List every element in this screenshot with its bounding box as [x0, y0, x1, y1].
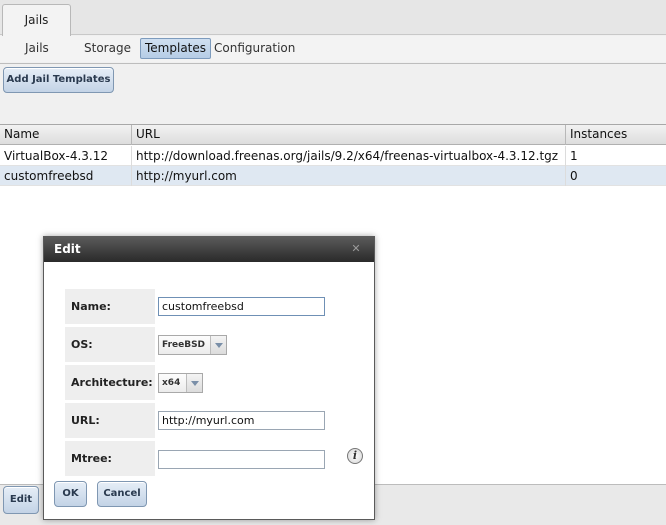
dialog-titlebar[interactable]: Edit ✕ — [44, 237, 374, 262]
grid-header: Name URL Instances — [0, 125, 666, 145]
add-jail-templates-button[interactable]: Add Jail Templates — [3, 67, 114, 93]
name-field[interactable] — [158, 297, 325, 316]
name-label: Name: — [65, 289, 155, 324]
dialog-title: Edit — [54, 242, 81, 256]
info-icon[interactable]: i — [347, 448, 363, 464]
subnav-item-jails[interactable]: Jails — [20, 38, 54, 59]
url-field[interactable] — [158, 411, 325, 430]
cell-instances: 1 — [570, 149, 578, 163]
mtree-label: Mtree: — [65, 441, 155, 476]
chevron-down-icon[interactable] — [186, 374, 202, 392]
table-row[interactable]: customfreebsd http://myurl.com 0 — [0, 166, 666, 186]
os-select[interactable]: FreeBSD — [158, 335, 227, 355]
os-select-value: FreeBSD — [162, 340, 206, 350]
cell-name: customfreebsd — [0, 166, 132, 186]
architecture-label: Architecture: — [65, 365, 155, 400]
table-row[interactable]: VirtualBox-4.3.12 http://download.freena… — [0, 146, 666, 166]
column-header-url[interactable]: URL — [132, 125, 566, 145]
subnav-item-configuration[interactable]: Configuration — [209, 38, 300, 59]
cell-name: VirtualBox-4.3.12 — [0, 146, 132, 166]
subnav-item-storage[interactable]: Storage — [79, 38, 136, 59]
os-label: OS: — [65, 327, 155, 362]
close-icon[interactable]: ✕ — [350, 243, 362, 255]
ok-button[interactable]: OK — [54, 481, 87, 507]
cell-url: http://myurl.com — [132, 166, 566, 186]
chevron-down-icon[interactable] — [210, 336, 226, 354]
subnav-item-templates[interactable]: Templates — [140, 38, 212, 59]
top-tab-strip: Jails — [0, 0, 666, 36]
architecture-select[interactable]: x64 — [158, 373, 203, 393]
cell-url: http://download.freenas.org/jails/9.2/x6… — [132, 146, 566, 166]
subnav-divider — [0, 63, 666, 64]
mtree-field[interactable] — [158, 450, 325, 469]
architecture-select-value: x64 — [162, 378, 181, 388]
tab-jails[interactable]: Jails — [2, 4, 71, 36]
column-header-instances[interactable]: Instances — [566, 125, 666, 145]
cancel-button[interactable]: Cancel — [97, 481, 147, 507]
subnav: Jails Storage Templates Configuration — [0, 36, 666, 62]
edit-button[interactable]: Edit — [3, 486, 39, 514]
edit-dialog: Edit ✕ Name: OS: FreeBSD Architecture: x… — [43, 236, 375, 520]
cell-instances: 0 — [570, 169, 578, 183]
column-header-name[interactable]: Name — [0, 125, 132, 145]
url-label: URL: — [65, 403, 155, 438]
